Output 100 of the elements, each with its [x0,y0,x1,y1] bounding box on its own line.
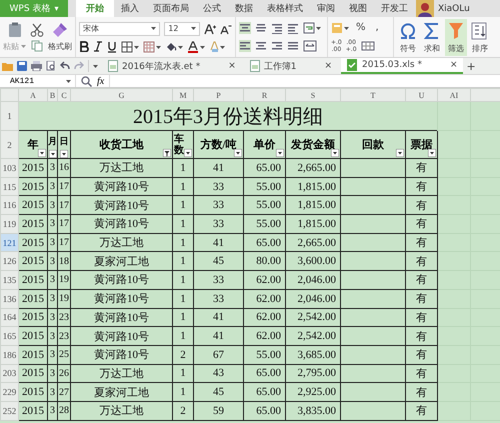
ribbon-tab[interactable]: 表格样式 [260,0,310,17]
format-painter-button[interactable]: 格式刷 [48,41,72,52]
brush-icon[interactable] [52,22,68,38]
insert-function-button[interactable]: fx [97,76,104,86]
align-top-icon[interactable] [239,22,251,34]
ribbon-tab[interactable]: 数据 [228,0,260,17]
distribute-icon[interactable] [287,40,299,52]
ribbon-tool-button[interactable]: 排序 [469,18,491,56]
number-format-icon[interactable] [331,22,349,34]
caret-icon[interactable] [93,64,99,68]
fill-color-icon[interactable] [165,40,183,52]
row-header[interactable]: 2 [0,130,18,158]
column-header[interactable]: A [18,88,48,102]
print-icon[interactable] [31,61,42,71]
column-header[interactable]: M [172,88,194,102]
filter-dropdown-icon[interactable] [48,150,56,158]
column-header[interactable]: B [48,88,58,102]
fill-pattern-icon[interactable] [143,40,161,52]
ribbon-tab[interactable]: 插入 [114,0,146,17]
column-header[interactable]: T [340,88,406,102]
row-header[interactable]: 135 [0,270,18,290]
scissors-icon[interactable] [30,22,44,36]
row-header[interactable]: 119 [0,214,18,234]
row-header[interactable]: 229 [0,382,18,402]
wrap-text-icon[interactable] [303,22,321,34]
close-tab-button[interactable]: × [450,60,458,70]
name-box[interactable]: AK121 [0,75,76,87]
undo-icon[interactable] [60,61,70,71]
filter-active-icon[interactable] [163,149,171,157]
bold-icon[interactable] [79,41,89,52]
column-header[interactable]: C [58,88,70,102]
document-tab[interactable]: 2015.03.xls * × [341,58,463,74]
merge-cells-icon[interactable] [303,40,317,52]
row-header[interactable]: 136 [0,289,18,308]
italic-icon[interactable] [93,41,103,52]
close-tab-button[interactable]: × [228,61,236,71]
align-middle-icon[interactable] [255,22,267,34]
table-icon[interactable] [360,40,375,52]
percent-button[interactable]: % [353,22,369,33]
column-header[interactable]: R [244,88,286,102]
table-cell: 62.00 [244,289,286,308]
document-tab[interactable]: 2016年流水表.et * × [103,58,241,74]
row-header[interactable]: 203 [0,364,18,383]
ribbon-tool-button[interactable]: 符号 [397,18,419,56]
close-tab-button[interactable]: × [324,61,332,71]
row-header[interactable]: 164 [0,308,18,327]
filter-dropdown-icon[interactable] [396,149,404,157]
column-header[interactable]: P [194,88,244,102]
shrink-font-icon[interactable] [220,22,232,34]
row-header[interactable]: 116 [0,196,18,215]
row-header[interactable]: 121 [0,233,18,252]
comma-style-button[interactable]: , [372,22,382,33]
print-preview-icon[interactable] [46,61,56,71]
copy-icon[interactable] [31,40,43,52]
ribbon-tab[interactable]: 审阅 [310,0,342,17]
row-header[interactable]: 103 [0,158,18,178]
row-header[interactable]: 252 [0,401,18,420]
ribbon-tool-button[interactable]: 筛选 [445,18,467,56]
borders-icon[interactable] [121,40,139,52]
ribbon-tab[interactable]: 视图 [342,0,374,17]
row-header[interactable]: 165 [0,326,18,346]
ribbon-tab[interactable]: 开始 [76,0,114,17]
new-tab-button[interactable]: + [466,60,476,72]
filter-dropdown-icon[interactable] [331,149,339,157]
user-name[interactable]: XiaOLu [438,4,470,14]
zoom-icon[interactable] [81,76,92,86]
filter-dropdown-icon[interactable] [428,149,436,157]
ribbon-tool-button[interactable]: 求和 [421,18,443,56]
filter-dropdown-icon[interactable] [184,149,192,157]
font-size-dropdown[interactable]: 12 [164,22,200,36]
clipboard-icon[interactable] [6,22,22,38]
ribbon-tab[interactable]: 页面布局 [146,0,196,17]
outdent-icon[interactable] [287,22,299,34]
ribbon-tab[interactable]: 公式 [196,0,228,17]
ribbon-tab[interactable]: 开发工 [374,0,415,17]
align-left-icon[interactable] [239,40,251,52]
indent-icon[interactable] [271,22,283,34]
grow-font-icon[interactable] [204,22,216,34]
font-color-icon[interactable] [187,40,205,52]
row-header[interactable]: 126 [0,252,18,271]
document-tab[interactable]: 工作簿1 × [244,58,338,74]
filter-dropdown-icon[interactable] [234,149,242,157]
underline-icon[interactable] [107,40,117,52]
filter-dropdown-icon[interactable] [38,149,46,157]
filter-dropdown-icon[interactable] [60,150,68,158]
clear-format-icon[interactable] [209,40,225,52]
column-header[interactable]: G [70,88,172,102]
row-header[interactable]: 186 [0,345,18,364]
row-header[interactable]: 1 [0,102,18,130]
align-right-icon[interactable] [271,40,283,52]
row-header[interactable]: 115 [0,177,18,196]
font-name-dropdown[interactable]: 宋体 [79,22,160,36]
column-header[interactable]: S [286,88,340,102]
avatar-icon[interactable] [416,0,434,17]
column-header[interactable]: AI [438,88,470,102]
column-header[interactable]: U [406,88,438,102]
table-cell: 黄河路10号 [70,289,172,308]
align-center-icon[interactable] [255,40,267,52]
save-icon[interactable] [17,61,27,71]
filter-dropdown-icon[interactable] [276,149,284,157]
